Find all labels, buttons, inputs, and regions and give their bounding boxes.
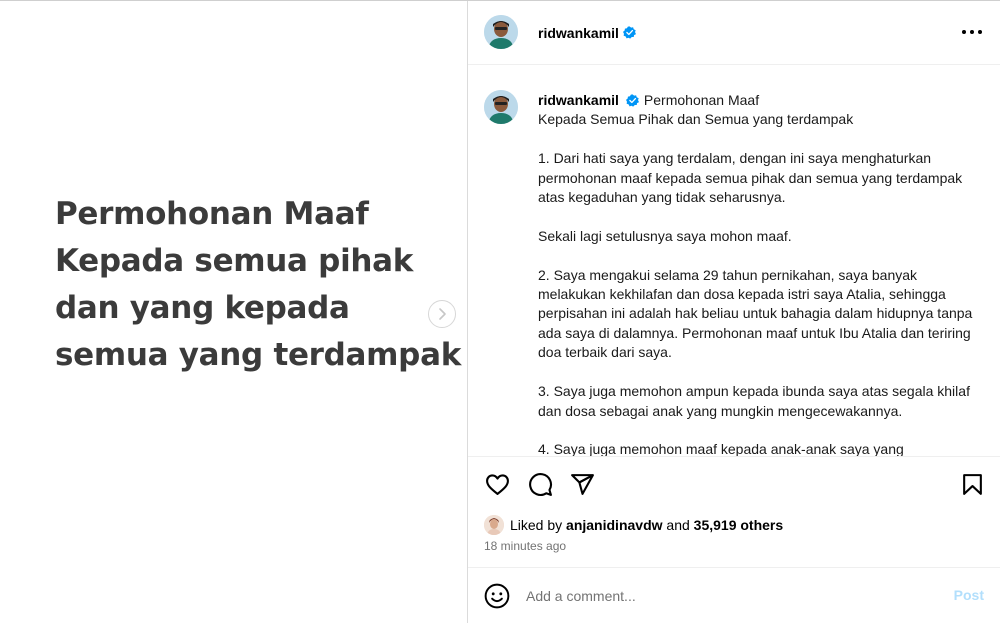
avatar[interactable] bbox=[484, 515, 504, 535]
caption-text: Permohonan Maaf Kepada Semua Pihak dan S… bbox=[538, 92, 973, 456]
next-slide-button[interactable] bbox=[428, 300, 456, 328]
verified-badge-icon bbox=[625, 94, 639, 107]
profile-picture bbox=[484, 90, 518, 124]
share-icon bbox=[570, 473, 594, 495]
post-comment-button[interactable]: Post bbox=[954, 587, 984, 603]
comment-button[interactable] bbox=[527, 471, 553, 497]
heart-icon bbox=[485, 473, 509, 495]
header-username[interactable]: ridwankamil bbox=[538, 25, 619, 41]
media-text-line: Kepada semua pihak bbox=[55, 243, 414, 279]
emoji-button[interactable] bbox=[484, 583, 510, 609]
more-options-button[interactable] bbox=[962, 23, 982, 41]
media-text-line: semua yang terdampak bbox=[55, 337, 462, 373]
liker-profile-picture bbox=[484, 515, 504, 535]
post-caption: ridwankamil Permohonan Maaf Kepada Semua… bbox=[538, 91, 983, 456]
bookmark-icon bbox=[962, 473, 982, 495]
likes-prefix: Liked by bbox=[510, 517, 563, 533]
media-text-line: dan yang kepada bbox=[55, 290, 350, 326]
share-button[interactable] bbox=[569, 471, 595, 497]
post-timestamp[interactable]: 18 minutes ago bbox=[484, 539, 566, 553]
media-text-line: Permohonan Maaf bbox=[55, 196, 369, 232]
like-button[interactable] bbox=[484, 471, 510, 497]
post-media: Permohonan Maaf Kepada semua pihak dan y… bbox=[0, 1, 467, 623]
chevron-right-icon bbox=[439, 308, 446, 320]
post-details-panel: ridwankamil ridwankamil Permohonan Maaf … bbox=[468, 1, 1000, 623]
more-options-icon bbox=[962, 30, 966, 34]
comment-icon bbox=[528, 472, 552, 496]
avatar[interactable] bbox=[484, 15, 518, 49]
likes-count-link[interactable]: 35,919 others bbox=[694, 517, 784, 533]
separator bbox=[468, 567, 1000, 568]
comment-input[interactable] bbox=[526, 585, 926, 607]
avatar[interactable] bbox=[484, 90, 518, 124]
separator bbox=[468, 456, 1000, 457]
post-header: ridwankamil bbox=[468, 1, 1000, 65]
verified-badge-icon bbox=[623, 26, 636, 39]
profile-picture bbox=[484, 15, 518, 49]
save-button[interactable] bbox=[959, 471, 985, 497]
emoji-icon bbox=[484, 583, 510, 609]
liker-username[interactable]: anjanidinavdw bbox=[566, 517, 662, 533]
media-text: Permohonan Maaf Kepada semua pihak dan y… bbox=[55, 191, 462, 379]
likes-connector: and bbox=[666, 517, 690, 533]
likes-summary: Liked by anjanidinavdw and 35,919 others bbox=[484, 514, 783, 536]
caption-section: ridwankamil Permohonan Maaf Kepada Semua… bbox=[468, 66, 1000, 456]
caption-username[interactable]: ridwankamil bbox=[538, 92, 619, 108]
